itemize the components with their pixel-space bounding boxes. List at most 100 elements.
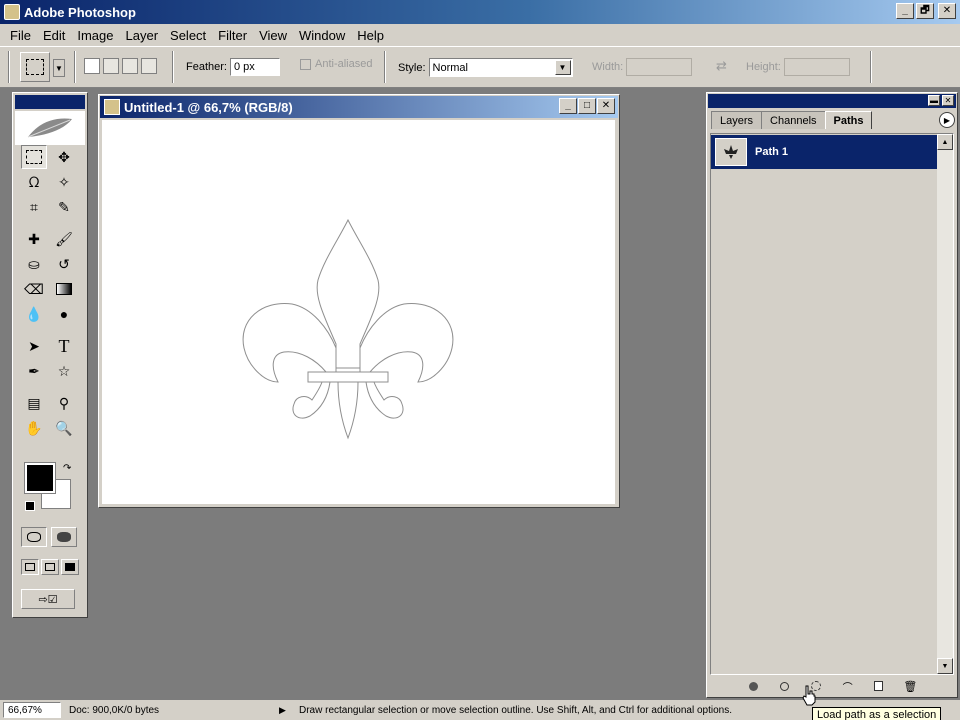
feather-logo-icon[interactable] bbox=[15, 111, 85, 145]
panel-tabs: Layers Channels Paths bbox=[711, 111, 873, 129]
scroll-down-icon[interactable]: ▼ bbox=[937, 658, 953, 674]
paths-list: Path 1 ▲ ▼ bbox=[710, 133, 954, 675]
close-button[interactable]: ✕ bbox=[938, 3, 956, 19]
swap-dimensions-icon[interactable]: ⇄ bbox=[716, 58, 727, 74]
healing-brush-tool[interactable]: ✚ bbox=[21, 227, 47, 251]
status-hint: Draw rectangular selection or move selec… bbox=[299, 704, 732, 716]
tab-layers[interactable]: Layers bbox=[711, 111, 763, 129]
style-label: Style: bbox=[398, 61, 426, 74]
menu-filter[interactable]: Filter bbox=[212, 28, 253, 43]
foreground-color-swatch[interactable] bbox=[24, 462, 56, 494]
zoom-tool[interactable]: 🔍 bbox=[51, 416, 77, 440]
menu-file[interactable]: File bbox=[4, 28, 37, 43]
stroke-path-icon[interactable] bbox=[777, 679, 793, 693]
hand-tool[interactable]: ✋ bbox=[21, 416, 47, 440]
history-brush-tool[interactable]: ↺ bbox=[51, 252, 77, 276]
app-title: Adobe Photoshop bbox=[24, 4, 136, 20]
doc-maximize-button[interactable]: □ bbox=[578, 98, 596, 114]
feather-input[interactable]: 0 px bbox=[229, 58, 280, 76]
style-group: Style: Normal ▼ bbox=[398, 58, 573, 77]
menu-edit[interactable]: Edit bbox=[37, 28, 71, 43]
slice-tool[interactable]: ✎ bbox=[51, 195, 77, 219]
feather-label: Feather: bbox=[186, 61, 227, 73]
chevron-down-icon: ▼ bbox=[554, 60, 571, 75]
scroll-up-icon[interactable]: ▲ bbox=[937, 134, 953, 150]
dodge-tool[interactable]: ● bbox=[51, 302, 77, 326]
standard-mode-button[interactable] bbox=[21, 527, 47, 547]
lasso-tool[interactable]: ᘯ bbox=[21, 170, 47, 194]
options-separator bbox=[172, 51, 174, 83]
height-input[interactable] bbox=[783, 58, 850, 76]
clone-stamp-tool[interactable]: ⛀ bbox=[21, 252, 47, 276]
menu-layer[interactable]: Layer bbox=[120, 28, 165, 43]
panel-close-button[interactable]: ✕ bbox=[942, 95, 954, 106]
menu-image[interactable]: Image bbox=[71, 28, 119, 43]
swap-colors-icon[interactable]: ↷ bbox=[63, 463, 71, 474]
mask-mode-group bbox=[21, 527, 77, 547]
standard-screen-mode-button[interactable] bbox=[21, 559, 39, 575]
blur-tool[interactable]: 💧 bbox=[21, 302, 47, 326]
delete-path-icon[interactable]: 🗑 bbox=[902, 679, 918, 693]
eyedropper-tool[interactable]: ⚲ bbox=[51, 391, 77, 415]
custom-shape-tool[interactable]: ☆ bbox=[51, 359, 77, 383]
fill-path-icon[interactable] bbox=[746, 679, 762, 693]
magic-wand-tool[interactable]: ✧ bbox=[51, 170, 77, 194]
menu-select[interactable]: Select bbox=[164, 28, 212, 43]
hand-pointer-cursor-icon bbox=[802, 685, 816, 706]
style-select[interactable]: Normal ▼ bbox=[428, 58, 573, 77]
path-row[interactable]: Path 1 bbox=[711, 135, 937, 169]
full-screen-menu-mode-button[interactable] bbox=[41, 559, 59, 575]
crop-tool[interactable]: ⌗ bbox=[21, 195, 47, 219]
panel-minimize-button[interactable]: ▬ bbox=[928, 95, 940, 106]
menu-view[interactable]: View bbox=[253, 28, 293, 43]
gradient-tool[interactable] bbox=[51, 277, 77, 301]
brush-tool[interactable]: 🖌 bbox=[51, 227, 77, 251]
restore-button[interactable]: 🗗 bbox=[916, 3, 934, 19]
default-colors-icon[interactable] bbox=[25, 501, 35, 511]
doc-close-button[interactable]: ✕ bbox=[597, 98, 615, 114]
options-separator bbox=[870, 51, 872, 83]
new-path-icon[interactable] bbox=[871, 679, 887, 693]
tab-channels[interactable]: Channels bbox=[761, 111, 826, 129]
menu-bar: File Edit Image Layer Select Filter View… bbox=[0, 24, 960, 46]
document-canvas[interactable] bbox=[102, 120, 615, 504]
path-selection-tool[interactable]: ➤ bbox=[21, 334, 47, 358]
full-screen-mode-button[interactable] bbox=[61, 559, 79, 575]
width-group: Width: bbox=[592, 58, 693, 76]
document-title-bar[interactable]: Untitled-1 @ 66,7% (RGB/8) bbox=[100, 96, 618, 118]
notes-tool[interactable]: ▤ bbox=[21, 391, 47, 415]
feather-group: Feather: 0 px bbox=[186, 58, 280, 76]
selection-mode-group bbox=[84, 58, 160, 74]
rectangular-marquee-tool[interactable] bbox=[21, 145, 47, 169]
jump-to-imageready-icon[interactable]: ⇨☑ bbox=[21, 589, 75, 609]
tool-grid: ✥ ᘯ ✧ ⌗ ✎ ✚ 🖌 ⛀ ↺ ⌫ 💧 ● ➤ T ✒ ☆ ▤ ⚲ ✋ 🔍 bbox=[21, 145, 79, 440]
panel-menu-arrow-icon[interactable]: ▶ bbox=[939, 112, 955, 128]
paths-scrollbar[interactable]: ▲ ▼ bbox=[937, 134, 953, 674]
menu-help[interactable]: Help bbox=[351, 28, 390, 43]
photoshop-app-icon bbox=[4, 4, 20, 20]
height-group: Height: bbox=[746, 58, 850, 76]
intersect-selection-icon[interactable] bbox=[141, 58, 157, 74]
minimize-button[interactable]: _ bbox=[896, 3, 914, 19]
tab-paths[interactable]: Paths bbox=[824, 111, 873, 129]
menu-window[interactable]: Window bbox=[293, 28, 351, 43]
new-selection-icon[interactable] bbox=[84, 58, 100, 74]
antialiased-checkbox[interactable] bbox=[300, 58, 311, 70]
move-tool[interactable]: ✥ bbox=[51, 145, 77, 169]
tool-preset-dropdown[interactable]: ▼ bbox=[53, 59, 65, 77]
doc-minimize-button[interactable]: _ bbox=[559, 98, 577, 114]
toolbox-title-bar[interactable] bbox=[15, 95, 85, 109]
zoom-level-field[interactable]: 66,67% bbox=[3, 702, 61, 718]
options-separator bbox=[74, 51, 76, 83]
tool-preset-picker[interactable] bbox=[20, 52, 50, 82]
panel-title-bar[interactable]: ▬ ✕ bbox=[708, 94, 956, 108]
type-tool[interactable]: T bbox=[51, 334, 77, 358]
add-to-selection-icon[interactable] bbox=[103, 58, 119, 74]
width-input[interactable] bbox=[626, 58, 693, 76]
subtract-from-selection-icon[interactable] bbox=[122, 58, 138, 74]
quick-mask-mode-button[interactable] bbox=[51, 527, 77, 547]
make-work-path-icon[interactable]: ⌒ bbox=[840, 679, 856, 694]
status-menu-arrow-icon[interactable]: ▶ bbox=[279, 705, 291, 716]
pen-tool[interactable]: ✒ bbox=[21, 359, 47, 383]
eraser-tool[interactable]: ⌫ bbox=[21, 277, 47, 301]
